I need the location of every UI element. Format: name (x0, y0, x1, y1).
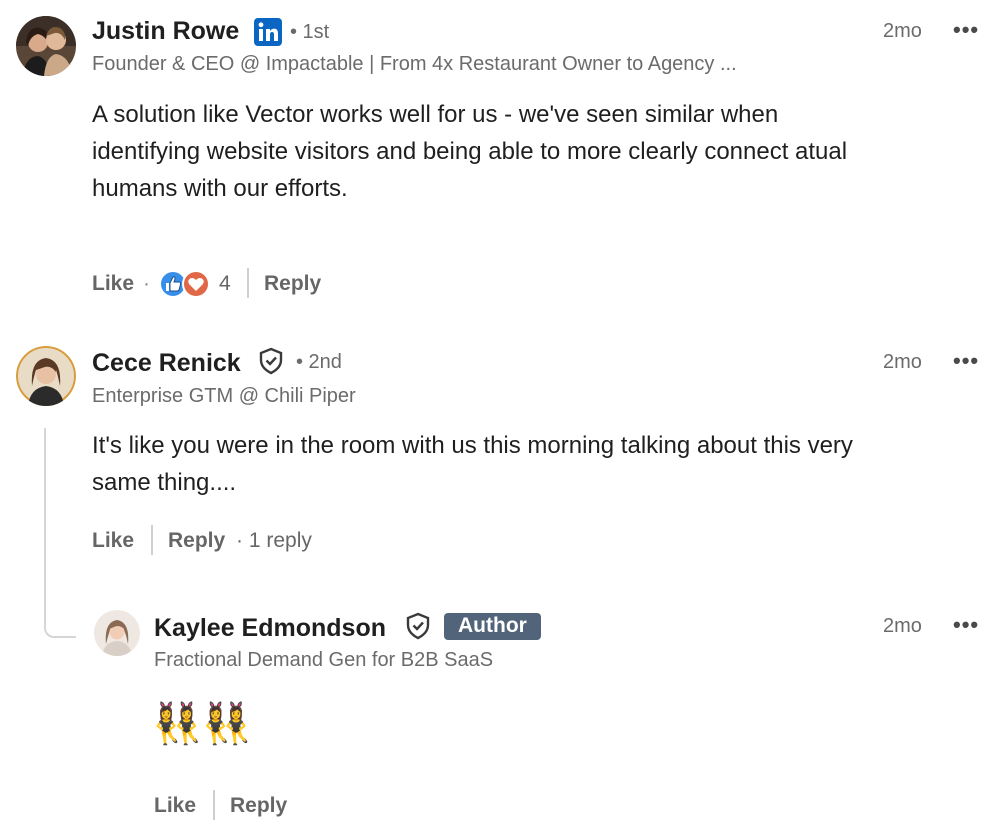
commenter-name[interactable]: Kaylee Edmondson (154, 614, 386, 643)
avatar[interactable] (16, 16, 76, 76)
commenter-headline: Enterprise GTM @ Chili Piper (92, 385, 356, 407)
separator-dot: · (143, 272, 150, 295)
comment-justin-rowe: Justin Rowe • 1st 2mo ••• Founder & CEO … (0, 0, 1001, 320)
commenter-name[interactable]: Cece Renick (92, 349, 241, 378)
reply-button[interactable]: Reply (168, 529, 225, 553)
divider (151, 525, 153, 555)
comment-line: same thing.... (92, 469, 237, 496)
comment-text: A solution like Vector works well for us… (92, 96, 992, 207)
like-button[interactable]: Like (154, 794, 196, 818)
verified-shield-icon (258, 347, 284, 375)
author-badge: Author (444, 613, 541, 640)
commenter-name[interactable]: Justin Rowe (92, 17, 239, 46)
reactions[interactable] (158, 269, 214, 299)
like-button[interactable]: Like (92, 272, 134, 296)
reaction-count[interactable]: 4 (219, 272, 231, 296)
like-button[interactable]: Like (92, 529, 134, 553)
comment-emoji: 👯‍♀️👯‍♀️ (152, 701, 252, 747)
heart-icon (182, 270, 210, 298)
comment-line: It's like you were in the room with us t… (92, 432, 853, 459)
comment-line: A solution like Vector works well for us… (92, 101, 779, 128)
more-options-button[interactable]: ••• (953, 612, 979, 638)
comment-line: identifying website visitors and being a… (92, 138, 848, 165)
reply-kaylee-edmondson: Kaylee Edmondson Author 2mo ••• Fraction… (0, 600, 1001, 831)
timestamp: 2mo (883, 351, 922, 373)
avatar[interactable] (94, 610, 140, 656)
linkedin-icon (254, 18, 282, 46)
timestamp: 2mo (883, 20, 922, 42)
more-options-button[interactable]: ••• (953, 17, 979, 43)
reply-count-link[interactable]: · 1 reply (236, 529, 312, 553)
avatar[interactable] (16, 346, 76, 406)
commenter-headline: Fractional Demand Gen for B2B SaaS (154, 649, 494, 671)
divider (213, 790, 215, 820)
comment-text: It's like you were in the room with us t… (92, 427, 992, 501)
comment-line: humans with our efforts. (92, 175, 348, 202)
more-options-button[interactable]: ••• (953, 348, 979, 374)
reply-button[interactable]: Reply (230, 794, 287, 818)
verified-shield-icon (405, 612, 431, 640)
connection-degree: • 1st (290, 21, 330, 43)
comment-cece-renick: Cece Renick • 2nd 2mo ••• Enterprise GTM… (0, 330, 1001, 590)
connection-degree: • 2nd (296, 351, 342, 373)
reply-button[interactable]: Reply (264, 272, 321, 296)
timestamp: 2mo (883, 615, 922, 637)
divider (247, 268, 249, 298)
commenter-headline: Founder & CEO @ Impactable | From 4x Res… (92, 53, 737, 75)
